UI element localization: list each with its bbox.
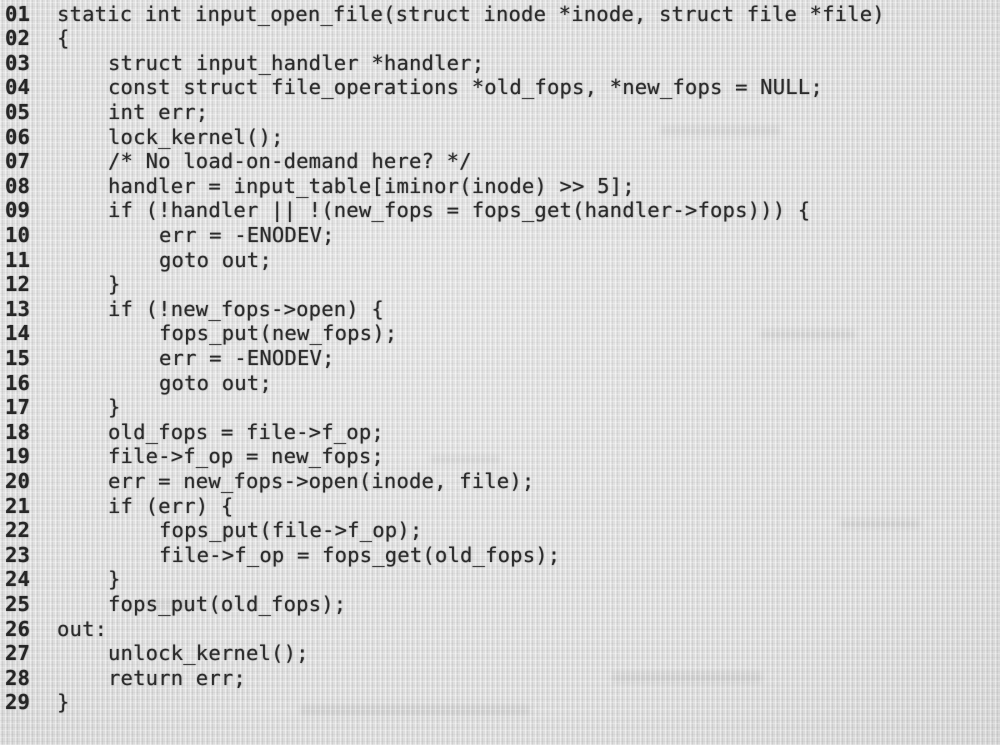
- line-code: }: [108, 567, 121, 592]
- line-number: 05: [5, 99, 31, 124]
- code-line: 22 fops_put(file->f_op);: [0, 518, 1000, 543]
- code-line: 23 file->f_op = fops_get(old_fops);: [0, 543, 1000, 568]
- code-line: 11 goto out;: [0, 248, 1000, 273]
- code-line: 14 fops_put(new_fops);: [0, 321, 1000, 346]
- line-number: 25: [5, 591, 31, 616]
- line-code: goto out;: [159, 247, 272, 272]
- line-number: 13: [5, 296, 31, 321]
- line-number: 12: [5, 272, 31, 297]
- line-code: unlock_kernel();: [108, 641, 309, 666]
- code-line: 17}: [0, 395, 1000, 420]
- code-line: 01 static int input_open_file(struct inod…: [0, 2, 1000, 27]
- code-line: 10 err = -ENODEV;: [0, 223, 1000, 248]
- line-number: 17: [5, 395, 31, 420]
- line-number: 23: [5, 542, 31, 567]
- code-line: 24}: [0, 567, 1000, 592]
- code-line: 29}: [0, 690, 1000, 715]
- line-code: fops_put(old_fops);: [108, 591, 347, 616]
- scanned-page: 01 static int input_open_file(struct inod…: [0, 0, 1000, 745]
- line-code: out:: [57, 616, 108, 641]
- line-number: 18: [5, 419, 31, 444]
- line-number: 22: [5, 518, 31, 543]
- line-code: return err;: [108, 665, 246, 690]
- code-line: 12}: [0, 272, 1000, 297]
- code-line: 04 const struct file_operations *old_fops…: [0, 75, 1000, 100]
- line-code: const struct file_operations *old_fops, …: [108, 75, 823, 100]
- code-line: 08 handler = input_table[iminor(inode) >>…: [0, 174, 1000, 199]
- line-code: err = new_fops->open(inode, file);: [108, 468, 535, 493]
- line-number: 29: [5, 690, 31, 715]
- code-line: 13 if (!new_fops->open) {: [0, 297, 1000, 322]
- line-number: 01: [5, 1, 31, 26]
- line-code: }: [108, 395, 121, 420]
- line-code: /* No load-on-demand here? */: [108, 149, 472, 174]
- line-number: 10: [5, 222, 31, 247]
- code-line: 21 if (err) {: [0, 494, 1000, 519]
- code-line: 03 struct input_handler *handler;: [0, 51, 1000, 76]
- line-code: goto out;: [159, 370, 272, 395]
- code-line: 19 file->f_op = new_fops;: [0, 444, 1000, 469]
- line-code: }: [108, 272, 121, 297]
- line-number: 03: [5, 50, 31, 75]
- line-number: 20: [5, 468, 31, 493]
- line-code: static int input_open_file(struct inode …: [57, 1, 885, 26]
- code-line: 09 if (!handler || !(new_fops = fops_get(…: [0, 198, 1000, 223]
- line-number: 26: [5, 616, 31, 641]
- line-code: file->f_op = fops_get(old_fops);: [159, 542, 561, 567]
- line-code: err = -ENODEV;: [159, 345, 335, 370]
- line-number: 11: [5, 247, 31, 272]
- line-code: if (!new_fops->open) {: [108, 296, 384, 321]
- code-line: 26 out:: [0, 617, 1000, 642]
- line-number: 04: [5, 75, 31, 100]
- code-listing: 01 static int input_open_file(struct inod…: [0, 0, 1000, 745]
- code-line: 20 err = new_fops->open(inode, file);: [0, 469, 1000, 494]
- line-number: 06: [5, 124, 31, 149]
- line-code: old_fops = file->f_op;: [108, 419, 384, 444]
- line-number: 19: [5, 444, 31, 469]
- line-number: 15: [5, 345, 31, 370]
- code-line: 25 fops_put(old_fops);: [0, 592, 1000, 617]
- line-number: 27: [5, 641, 31, 666]
- line-code: int err;: [108, 99, 209, 124]
- line-code: lock_kernel();: [108, 124, 284, 149]
- code-line: 28 return err;: [0, 666, 1000, 691]
- line-number: 24: [5, 567, 31, 592]
- code-line: 15 err = -ENODEV;: [0, 346, 1000, 371]
- line-code: struct input_handler *handler;: [108, 50, 485, 75]
- code-line: 07 /* No load-on-demand here? */: [0, 149, 1000, 174]
- code-line: 02 {: [0, 26, 1000, 51]
- line-number: 09: [5, 198, 31, 223]
- line-number: 08: [5, 173, 31, 198]
- code-line: 06 lock_kernel();: [0, 125, 1000, 150]
- line-number: 02: [5, 26, 31, 51]
- code-line: 27 unlock_kernel();: [0, 641, 1000, 666]
- line-number: 21: [5, 493, 31, 518]
- line-code: }: [57, 690, 70, 715]
- line-code: handler = input_table[iminor(inode) >> 5…: [108, 173, 635, 198]
- code-line: 16 goto out;: [0, 371, 1000, 396]
- line-code: if (!handler || !(new_fops = fops_get(ha…: [108, 198, 811, 223]
- line-code: err = -ENODEV;: [159, 222, 335, 247]
- line-number: 28: [5, 665, 31, 690]
- line-code: {: [57, 26, 70, 51]
- line-code: fops_put(new_fops);: [159, 321, 398, 346]
- line-code: file->f_op = new_fops;: [108, 444, 384, 469]
- code-line: 05 int err;: [0, 100, 1000, 125]
- line-number: 14: [5, 321, 31, 346]
- line-number: 07: [5, 149, 31, 174]
- line-number: 16: [5, 370, 31, 395]
- line-code: if (err) {: [108, 493, 234, 518]
- code-line: 18 old_fops = file->f_op;: [0, 420, 1000, 445]
- line-code: fops_put(file->f_op);: [159, 518, 423, 543]
